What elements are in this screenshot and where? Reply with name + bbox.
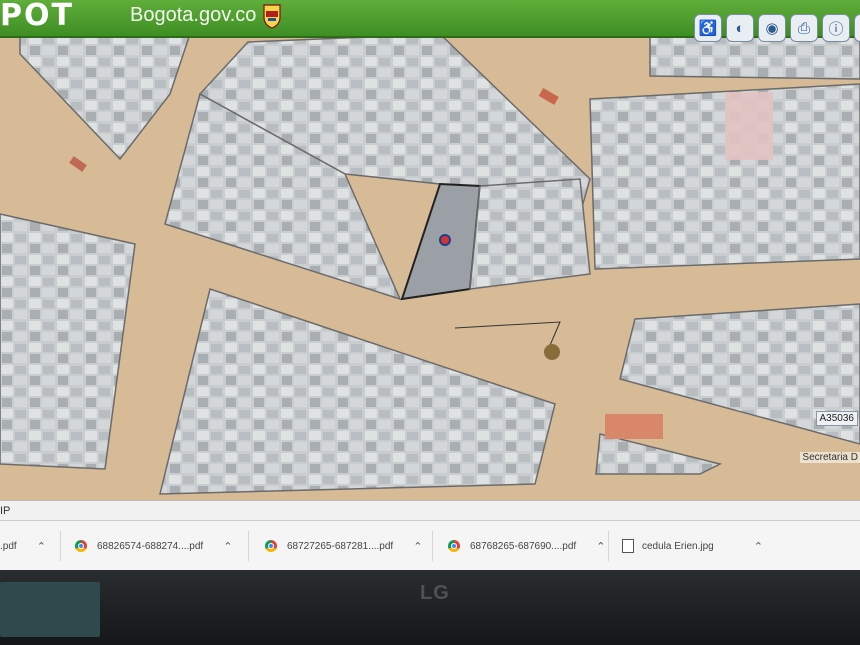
download-item[interactable]: 68826574-688274....pdf ⌃ xyxy=(75,535,232,557)
chrome-icon xyxy=(448,540,460,552)
pin-icon[interactable]: ◉ xyxy=(758,14,786,42)
map-attribution: Secretaria D xyxy=(800,452,860,463)
location-marker-icon[interactable] xyxy=(439,234,451,246)
monitor-bezel: LG xyxy=(0,570,860,645)
divider xyxy=(608,531,609,561)
download-filename: 68727265-687281....pdf xyxy=(287,540,394,552)
info-icon[interactable]: ⓘ xyxy=(822,14,850,42)
download-item[interactable]: cedula Erien.jpg ⌃ xyxy=(622,535,763,557)
status-text: IP xyxy=(0,505,11,517)
brick-roof xyxy=(605,414,663,439)
bezel-reflection xyxy=(0,582,100,637)
accessibility-icon[interactable]: ♿ xyxy=(694,14,722,42)
download-item[interactable]: 68768265-687690....pdf ⌃ xyxy=(448,535,605,557)
chrome-icon xyxy=(75,540,87,552)
download-filename: cedula Erien.jpg xyxy=(642,540,714,552)
download-filename: .pdf xyxy=(0,540,17,552)
map-scale-label: A35036 xyxy=(815,411,858,426)
browser-window: POT Bogota.gov.co ♿ ◐ ◉ ⎙ ⓘ ⤢ xyxy=(0,0,860,570)
site-name-link[interactable]: Bogota.gov.co xyxy=(130,4,256,27)
monitor-brand-logo: LG xyxy=(420,582,450,604)
chevron-up-icon[interactable]: ⌃ xyxy=(413,540,422,553)
highlighted-building xyxy=(725,92,773,160)
downloads-bar: .pdf ⌃ 68826574-688274....pdf ⌃ 68727265… xyxy=(0,520,860,570)
download-item[interactable]: 68727265-687281....pdf ⌃ xyxy=(265,535,422,557)
status-bar: IP xyxy=(0,500,860,521)
globe-icon[interactable]: ◐ xyxy=(726,14,754,42)
chevron-up-icon[interactable]: ⌃ xyxy=(37,540,46,553)
building-block xyxy=(469,178,591,290)
vehicle-icon xyxy=(544,344,560,360)
divider xyxy=(60,531,61,561)
expand-icon[interactable]: ⤢ xyxy=(854,14,860,42)
chevron-up-icon[interactable]: ⌃ xyxy=(223,540,232,553)
chevron-up-icon[interactable]: ⌃ xyxy=(596,540,605,553)
map-toolbar: ♿ ◐ ◉ ⎙ ⓘ ⤢ xyxy=(694,14,860,42)
chrome-icon xyxy=(265,540,277,552)
download-filename: 68768265-687690....pdf xyxy=(470,540,577,552)
download-filename: 68826574-688274....pdf xyxy=(97,540,204,552)
chevron-up-icon[interactable]: ⌃ xyxy=(754,540,763,553)
print-icon[interactable]: ⎙ xyxy=(790,14,818,42)
file-icon xyxy=(622,539,634,553)
map-canvas[interactable] xyxy=(0,34,860,500)
download-item[interactable]: .pdf ⌃ xyxy=(0,535,46,557)
city-crest-icon xyxy=(263,4,281,29)
divider xyxy=(432,531,433,561)
app-title: POT xyxy=(0,0,74,33)
divider xyxy=(248,531,249,561)
